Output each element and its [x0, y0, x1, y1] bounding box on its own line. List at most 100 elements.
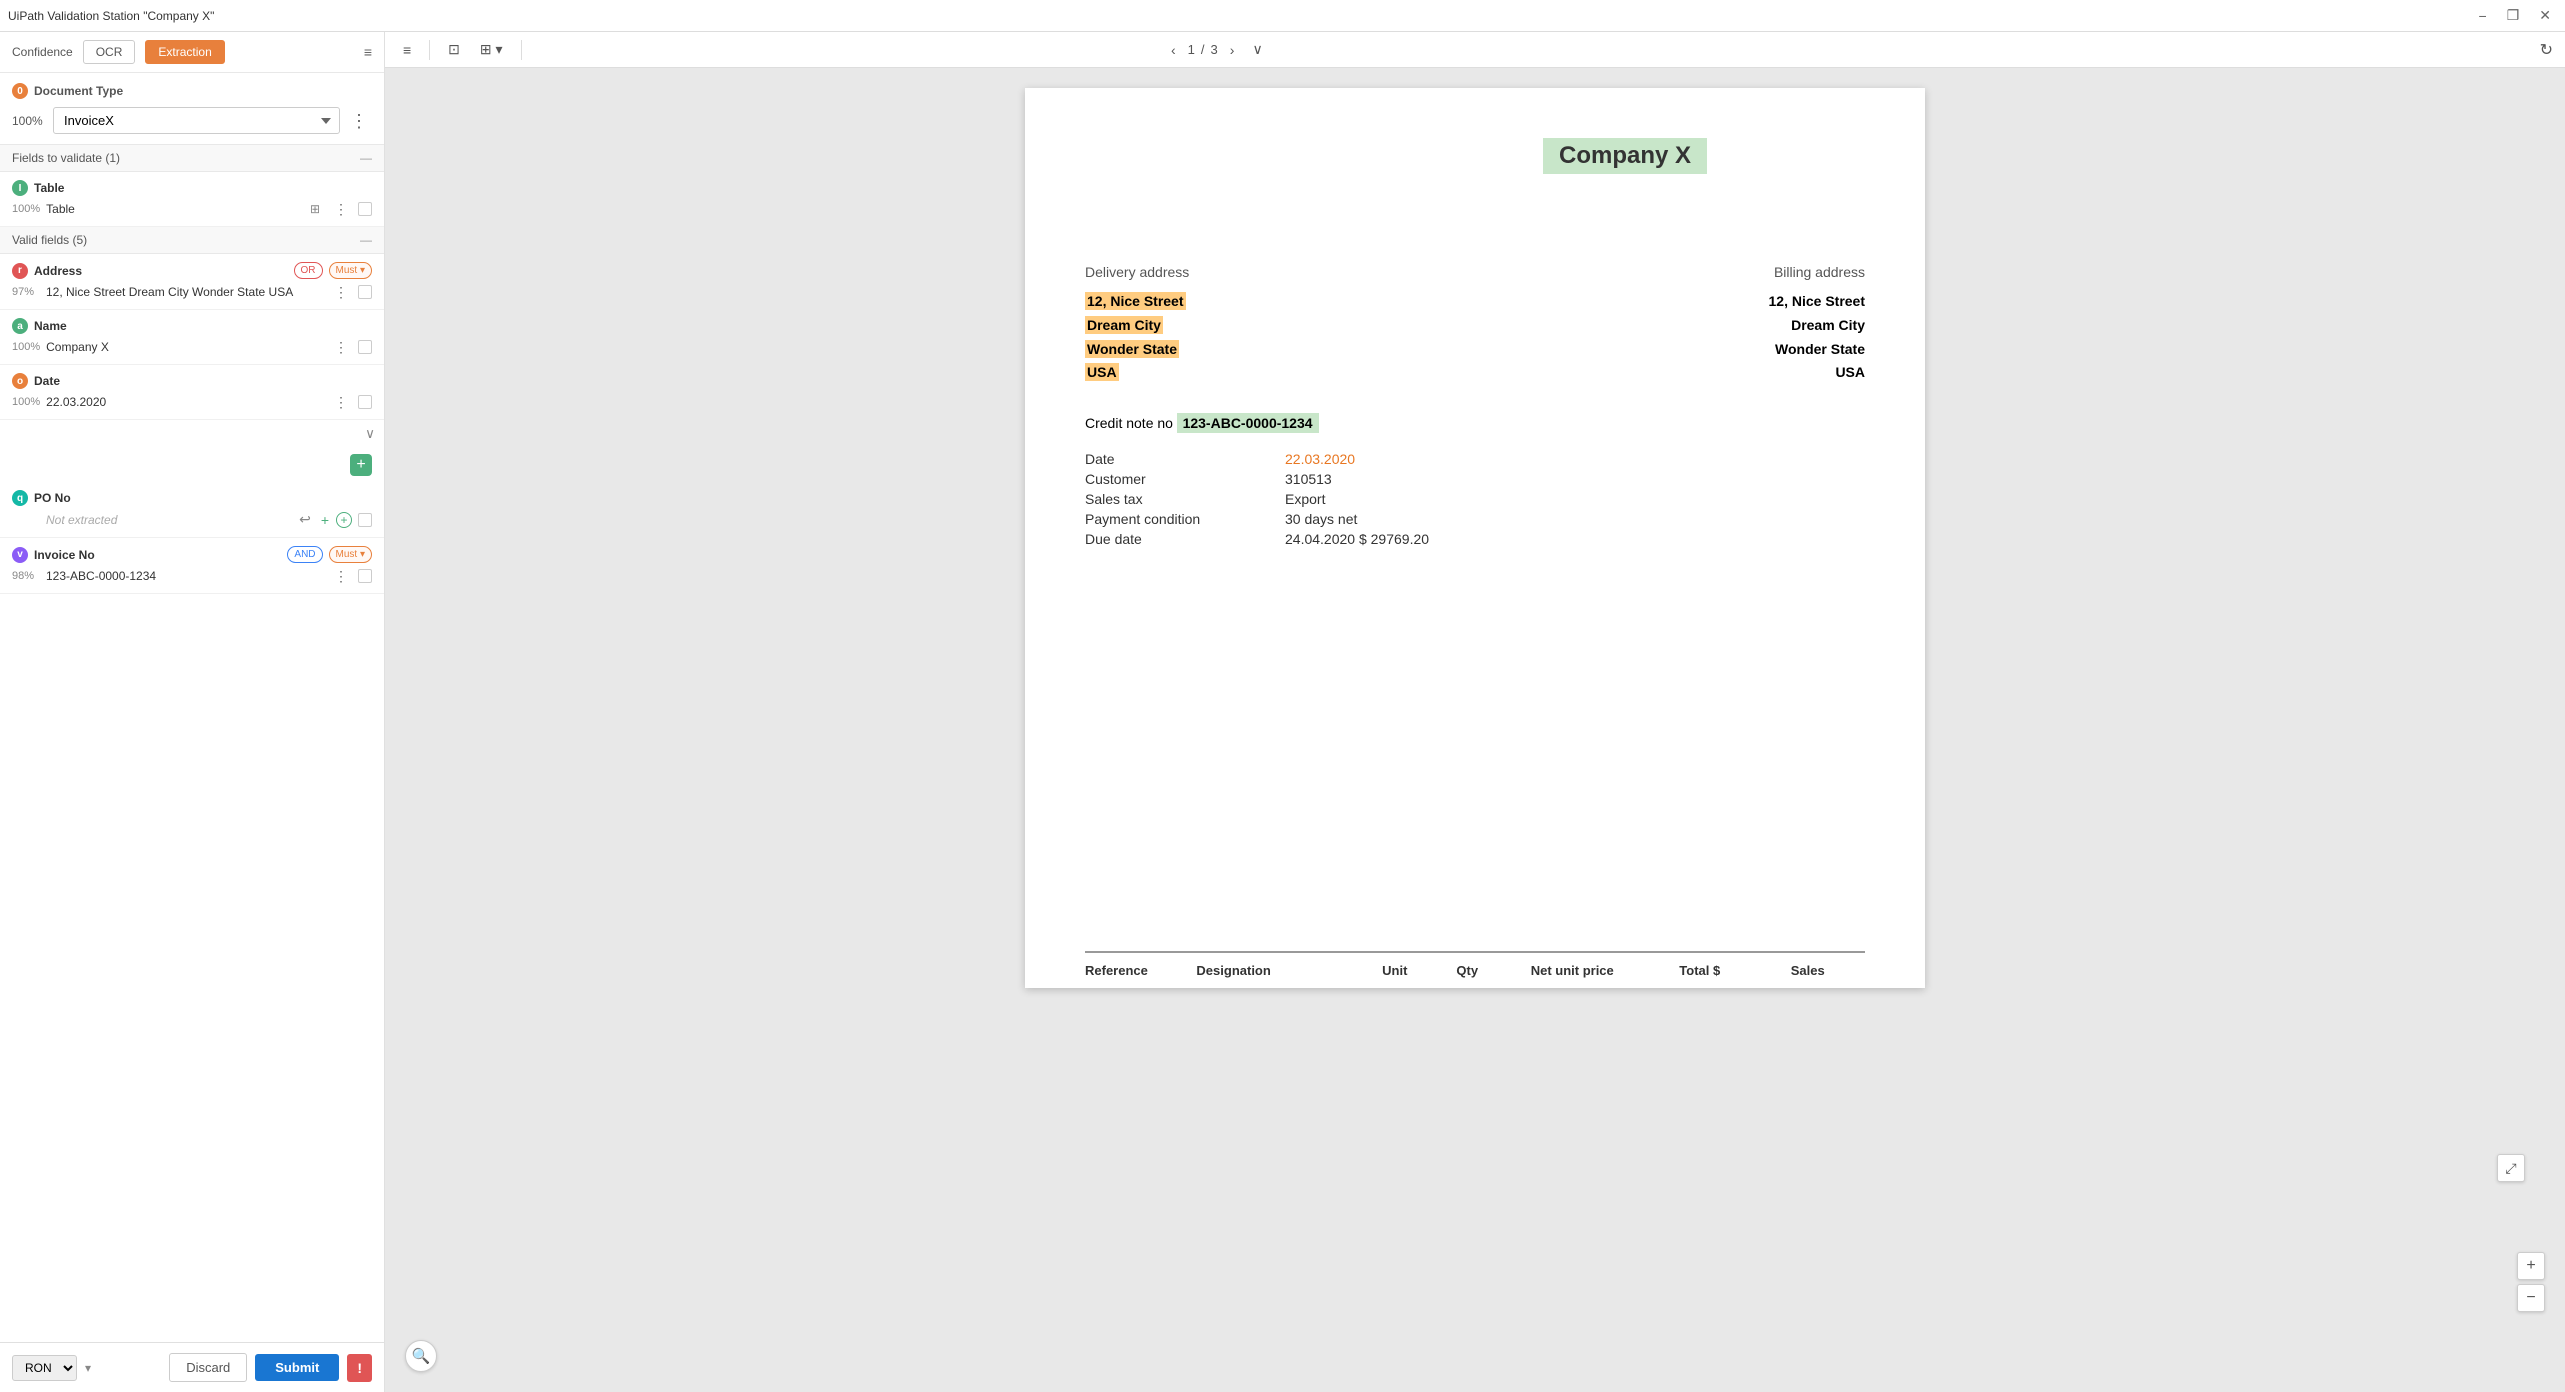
page-expand-button[interactable]: ∨	[1246, 39, 1268, 60]
document-type-section: 0 Document Type 100% InvoiceX Invoice Cr…	[0, 73, 384, 145]
billing-line2: Dream City	[1514, 314, 1865, 338]
delivery-line2-highlight: Dream City	[1085, 316, 1163, 334]
title-bar: UiPath Validation Station "Company X" − …	[0, 0, 2565, 32]
billing-line1: 12, Nice Street	[1514, 290, 1865, 314]
doc-type-select[interactable]: InvoiceX Invoice Credit Note	[53, 107, 340, 134]
invoice-no-value: 123-ABC-0000-1234	[46, 569, 324, 583]
valid-fields-header: Valid fields (5) —	[0, 227, 384, 254]
delivery-line3: Wonder State	[1085, 338, 1436, 362]
credit-note-label: Credit note no	[1085, 415, 1173, 431]
search-doc-button[interactable]: 🔍	[405, 1340, 437, 1372]
next-page-button[interactable]: ›	[1224, 40, 1241, 60]
col-total-s: Total $	[1679, 963, 1790, 978]
window-controls: − ❐ ✕	[2473, 5, 2557, 26]
toolbar-divider-1	[429, 40, 430, 60]
po-no-circle-add-button[interactable]: +	[336, 512, 352, 528]
refresh-button[interactable]: ↻	[2540, 40, 2553, 60]
toolbar-layout-button[interactable]: ⊞ ▾	[474, 38, 509, 61]
credit-note-section: Credit note no 123-ABC-0000-1234	[1085, 415, 1865, 431]
filter-icon[interactable]: ≡	[364, 44, 372, 60]
toolbar-image-button[interactable]: ⊡	[442, 38, 466, 61]
error-button[interactable]: !	[347, 1354, 372, 1382]
page-nav: ‹ 1 / 3 › ∨	[1165, 39, 1269, 60]
date-more-button[interactable]: ⋮	[330, 393, 352, 411]
field-item-name: a Name 100% Company X ⋮	[0, 310, 384, 365]
doc-type-more-button[interactable]: ⋮	[346, 110, 372, 132]
table-badge: I	[12, 180, 28, 196]
toolbar-menu-button[interactable]: ≡	[397, 39, 417, 61]
name-field-header: a Name	[12, 318, 372, 334]
currency-select[interactable]: RON USD EUR	[12, 1355, 77, 1381]
table-grid-icon[interactable]: ⊞	[310, 202, 320, 216]
billing-address-label: Billing address	[1514, 264, 1865, 280]
po-no-value: Not extracted	[46, 513, 290, 527]
address-checkbox[interactable]	[358, 285, 372, 299]
delivery-address-block: Delivery address 12, Nice Street Dream C…	[1085, 264, 1436, 385]
currency-chevron: ▾	[85, 1361, 91, 1375]
name-more-button[interactable]: ⋮	[330, 338, 352, 356]
name-confidence: 100%	[12, 341, 40, 353]
name-checkbox[interactable]	[358, 340, 372, 354]
table-more-button[interactable]: ⋮	[330, 200, 352, 218]
expand-doc-button[interactable]: ⤢	[2497, 1154, 2525, 1182]
field-item-invoice-no: v Invoice No AND Must ▾ 98% 123-ABC-0000…	[0, 538, 384, 594]
invoice-no-checkbox[interactable]	[358, 569, 372, 583]
field-item-address: r Address OR Must ▾ 97% 12, Nice Street …	[0, 254, 384, 310]
address-tag-or: OR	[294, 262, 323, 279]
tab-extraction[interactable]: Extraction	[145, 40, 224, 64]
field-item-po-no: q PO No Not extracted ↩ + +	[0, 482, 384, 538]
invoice-no-badge: v	[12, 547, 28, 563]
address-more-button[interactable]: ⋮	[330, 283, 352, 301]
doc-type-confidence: 100%	[12, 114, 47, 128]
tab-ocr[interactable]: OCR	[83, 40, 136, 64]
zoom-out-button[interactable]: −	[2517, 1284, 2545, 1312]
table-confidence: 100%	[12, 203, 40, 215]
bottom-bar: RON USD EUR ▾ Discard Submit !	[0, 1342, 384, 1392]
top-bar: Confidence OCR Extraction ≡	[0, 32, 384, 73]
close-button[interactable]: ✕	[2533, 5, 2557, 26]
info-val-payment: 30 days net	[1285, 511, 1357, 527]
toolbar-divider-2	[521, 40, 522, 60]
po-no-field-name: PO No	[34, 491, 372, 505]
expand-fields-button[interactable]: ∨	[360, 424, 380, 444]
name-value-row: 100% Company X ⋮	[12, 338, 372, 356]
po-no-add-button[interactable]: +	[318, 511, 332, 529]
date-value-row: 100% 22.03.2020 ⋮	[12, 393, 372, 411]
invoice-no-value-row: 98% 123-ABC-0000-1234 ⋮	[12, 567, 372, 585]
discard-button[interactable]: Discard	[169, 1353, 247, 1382]
date-value: 22.03.2020	[46, 395, 324, 409]
col-reference: Reference	[1085, 963, 1196, 978]
delivery-line4-highlight: USA	[1085, 363, 1119, 381]
restore-button[interactable]: ❐	[2501, 5, 2526, 26]
document-page: Company X Delivery address 12, Nice Stre…	[1025, 88, 1925, 988]
info-table: Date 22.03.2020 Customer 310513 Sales ta…	[1085, 451, 1475, 547]
prev-page-button[interactable]: ‹	[1165, 40, 1182, 60]
po-no-actions: ↩ + +	[296, 510, 352, 529]
zoom-in-button[interactable]: +	[2517, 1252, 2545, 1280]
current-page: 1	[1188, 42, 1195, 57]
minimize-button[interactable]: −	[2473, 5, 2493, 26]
invoice-no-more-button[interactable]: ⋮	[330, 567, 352, 585]
fields-container: Fields to validate (1) — I Table 100% Ta…	[0, 145, 384, 1342]
po-no-undo-button[interactable]: ↩	[296, 510, 314, 529]
fields-dash: —	[360, 151, 372, 165]
table-field-name: Table	[34, 181, 372, 195]
date-field-header: o Date	[12, 373, 372, 389]
delivery-line2: Dream City	[1085, 314, 1436, 338]
info-key-customer: Customer	[1085, 471, 1285, 487]
info-key-payment: Payment condition	[1085, 511, 1285, 527]
delivery-line1: 12, Nice Street	[1085, 290, 1436, 314]
company-title: Company X	[1543, 138, 1707, 174]
submit-button[interactable]: Submit	[255, 1354, 339, 1381]
date-checkbox[interactable]	[358, 395, 372, 409]
info-row-customer: Customer 310513	[1085, 471, 1475, 487]
po-no-checkbox[interactable]	[358, 513, 372, 527]
invoice-no-confidence: 98%	[12, 570, 40, 582]
info-val-date: 22.03.2020	[1285, 451, 1355, 467]
confidence-label: Confidence	[12, 45, 73, 59]
po-no-field-header: q PO No	[12, 490, 372, 506]
address-section: Delivery address 12, Nice Street Dream C…	[1085, 264, 1865, 385]
table-checkbox[interactable]	[358, 202, 372, 216]
add-field-button[interactable]: +	[350, 454, 372, 476]
info-row-date: Date 22.03.2020	[1085, 451, 1475, 467]
